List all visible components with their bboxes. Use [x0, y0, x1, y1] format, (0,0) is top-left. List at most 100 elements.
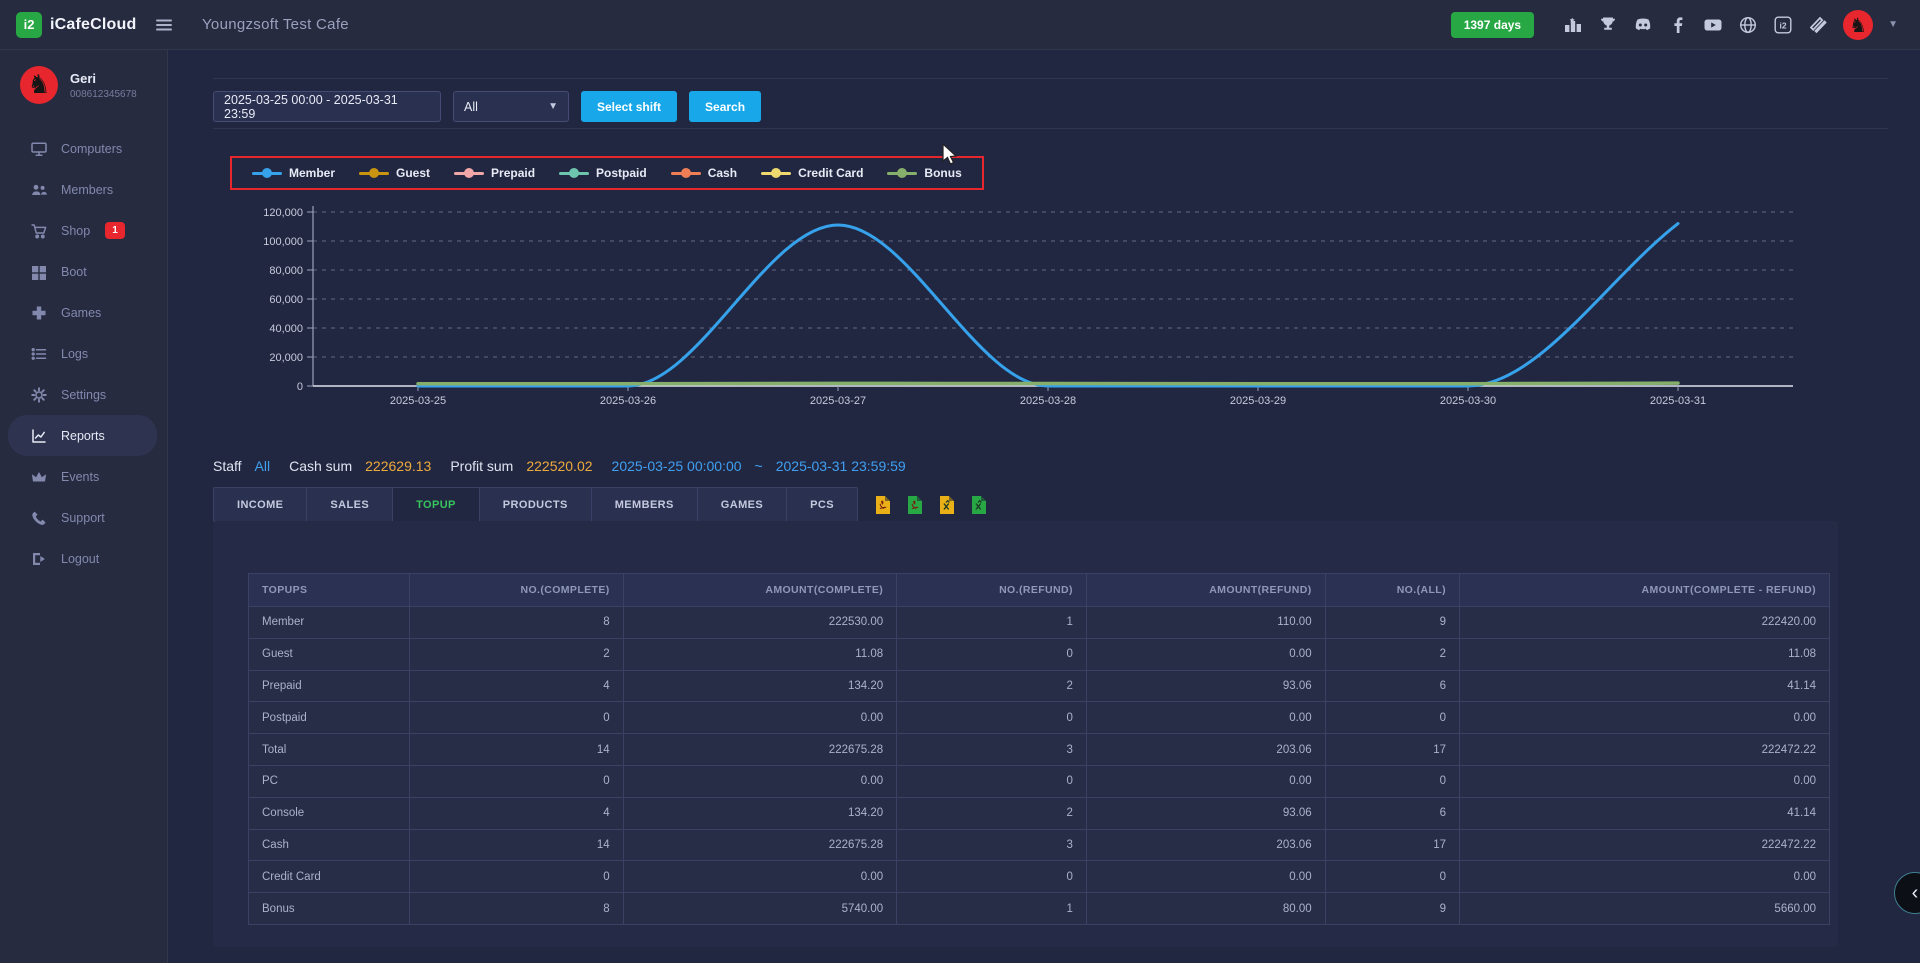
tab-members[interactable]: MEMBERS — [592, 488, 698, 521]
sidebar-item-games[interactable]: Games — [8, 292, 157, 333]
sidebar-item-reports[interactable]: Reports — [8, 415, 157, 456]
tab-income[interactable]: INCOME — [214, 488, 307, 521]
table-cell: 5660.00 — [1459, 893, 1829, 925]
export-excel-all-icon[interactable] — [970, 495, 987, 515]
sidebar-item-label: Boot — [61, 265, 87, 279]
table-cell: 0.00 — [623, 765, 897, 797]
sidebar-item-boot[interactable]: Boot — [8, 251, 157, 292]
sidebar-item-events[interactable]: Events — [8, 456, 157, 497]
tab-sales[interactable]: SALES — [307, 488, 393, 521]
divider — [213, 78, 1888, 79]
discord-icon[interactable] — [1633, 15, 1653, 35]
table-cell: 9 — [1325, 607, 1459, 639]
table-cell: Cash — [249, 829, 410, 861]
themes-icon[interactable] — [1808, 15, 1828, 35]
tab-products[interactable]: PRODUCTS — [480, 488, 592, 521]
sidebar-menu: ComputersMembersShop1 Boot GamesLogsSettin… — [0, 128, 167, 579]
sidebar-item-support[interactable]: Support — [8, 497, 157, 538]
table-row[interactable]: Total14222675.283203.0617222472.22 — [249, 734, 1830, 766]
tab-topup[interactable]: TOPUP — [393, 488, 480, 521]
chart-legend: Member Guest Prepaid Postpaid Cash Credit Car… — [230, 156, 984, 190]
table-row[interactable]: Postpaid00.0000.0000.00 — [249, 702, 1830, 734]
sidebar-item-shop[interactable]: Shop1 — [8, 210, 157, 251]
table-cell: 0 — [897, 702, 1087, 734]
select-shift-button[interactable]: Select shift — [581, 91, 677, 122]
legend-item-postpaid[interactable]: Postpaid — [559, 166, 647, 180]
table-row[interactable]: Credit Card00.0000.0000.00 — [249, 861, 1830, 893]
table-row[interactable]: Member8222530.001110.009222420.00 — [249, 607, 1830, 639]
settings-icon — [30, 386, 48, 404]
sidebar-item-computers[interactable]: Computers — [8, 128, 157, 169]
export-excel-page-icon[interactable] — [938, 495, 955, 515]
topup-chart: 020,00040,00060,00080,000100,000120,0002… — [213, 196, 1838, 419]
table-row[interactable]: Cash14222675.283203.0617222472.22 — [249, 829, 1830, 861]
facebook-icon[interactable] — [1668, 15, 1688, 35]
table-cell: 2 — [410, 638, 623, 670]
table-cell: 0.00 — [1086, 638, 1325, 670]
column-header: NO.(REFUND) — [897, 574, 1087, 607]
legend-marker-icon — [671, 172, 701, 175]
legend-item-credit-card[interactable]: Credit Card — [761, 166, 863, 180]
topbar: i2 iCafeCloud Youngzsoft Test Cafe 1397 … — [0, 0, 1920, 50]
table-cell: 80.00 — [1086, 893, 1325, 925]
tab-games[interactable]: GAMES — [698, 488, 787, 521]
search-button[interactable]: Search — [689, 91, 761, 122]
staff-select[interactable]: All ▼ — [453, 91, 569, 122]
table-cell: 9 — [1325, 893, 1459, 925]
hamburger-menu-icon[interactable] — [154, 15, 174, 35]
table-cell: 8 — [410, 893, 623, 925]
table-cell: 1 — [897, 893, 1087, 925]
table-cell: 0 — [1325, 765, 1459, 797]
legend-label: Bonus — [924, 166, 961, 180]
legend-item-cash[interactable]: Cash — [671, 166, 737, 180]
y-axis-tick-label: 40,000 — [269, 323, 303, 335]
boot-icon — [30, 263, 48, 281]
legend-item-prepaid[interactable]: Prepaid — [454, 166, 535, 180]
staff-value[interactable]: All — [255, 458, 271, 474]
column-header: NO.(COMPLETE) — [410, 574, 623, 607]
legend-marker-icon — [559, 172, 589, 175]
table-cell: 0.00 — [1086, 702, 1325, 734]
globe-icon[interactable] — [1738, 15, 1758, 35]
sidebar-item-logout[interactable]: Logout — [8, 538, 157, 579]
brand[interactable]: i2 iCafeCloud — [0, 12, 168, 38]
table-cell: 2 — [897, 670, 1087, 702]
trophy-icon[interactable] — [1598, 15, 1618, 35]
x-axis-tick-label: 2025-03-28 — [1020, 395, 1076, 407]
legend-item-member[interactable]: Member — [252, 166, 335, 180]
tab-pcs[interactable]: PCS — [787, 488, 857, 521]
youtube-icon[interactable] — [1703, 15, 1723, 35]
report-tabs-row: INCOMESALESTOPUPPRODUCTSMEMBERSGAMESPCS — [213, 487, 987, 522]
ranking-icon[interactable] — [1563, 15, 1583, 35]
icafecloud-icon[interactable]: i2 — [1773, 15, 1793, 35]
table-row[interactable]: Console4134.20293.06641.14 — [249, 797, 1830, 829]
filter-bar: 2025-03-25 00:00 - 2025-03-31 23:59 All … — [213, 91, 761, 122]
table-cell: 8 — [410, 607, 623, 639]
user-avatar[interactable]: ♞ — [1843, 10, 1873, 40]
y-axis-tick-label: 80,000 — [269, 265, 303, 277]
days-badge[interactable]: 1397 days — [1451, 12, 1534, 38]
sidebar-avatar: ♞ — [20, 66, 58, 104]
export-pdf-page-icon[interactable] — [874, 495, 891, 515]
table-row[interactable]: Guest211.0800.00211.08 — [249, 638, 1830, 670]
table-row[interactable]: Bonus85740.00180.0095660.00 — [249, 893, 1830, 925]
date-range-input[interactable]: 2025-03-25 00:00 - 2025-03-31 23:59 — [213, 91, 441, 122]
sidebar-item-members[interactable]: Members — [8, 169, 157, 210]
x-axis-tick-label: 2025-03-27 — [810, 395, 866, 407]
sidebar-item-logs[interactable]: Logs — [8, 333, 157, 374]
table-cell: 0 — [897, 861, 1087, 893]
sidebar-user[interactable]: ♞ Geri 008612345678 — [0, 50, 167, 114]
user-phone: 008612345678 — [70, 89, 137, 100]
legend-label: Credit Card — [798, 166, 863, 180]
sidebar-item-settings[interactable]: Settings — [8, 374, 157, 415]
table-cell: 0 — [410, 861, 623, 893]
export-pdf-all-icon[interactable] — [906, 495, 923, 515]
legend-item-guest[interactable]: Guest — [359, 166, 430, 180]
table-row[interactable]: Prepaid4134.20293.06641.14 — [249, 670, 1830, 702]
table-row[interactable]: PC00.0000.0000.00 — [249, 765, 1830, 797]
y-axis-tick-label: 120,000 — [263, 207, 303, 219]
series-line-bonus — [418, 383, 1678, 384]
legend-item-bonus[interactable]: Bonus — [887, 166, 961, 180]
chevron-down-icon[interactable]: ▼ — [1888, 19, 1898, 30]
profit-sum-value: 222520.02 — [526, 458, 592, 474]
